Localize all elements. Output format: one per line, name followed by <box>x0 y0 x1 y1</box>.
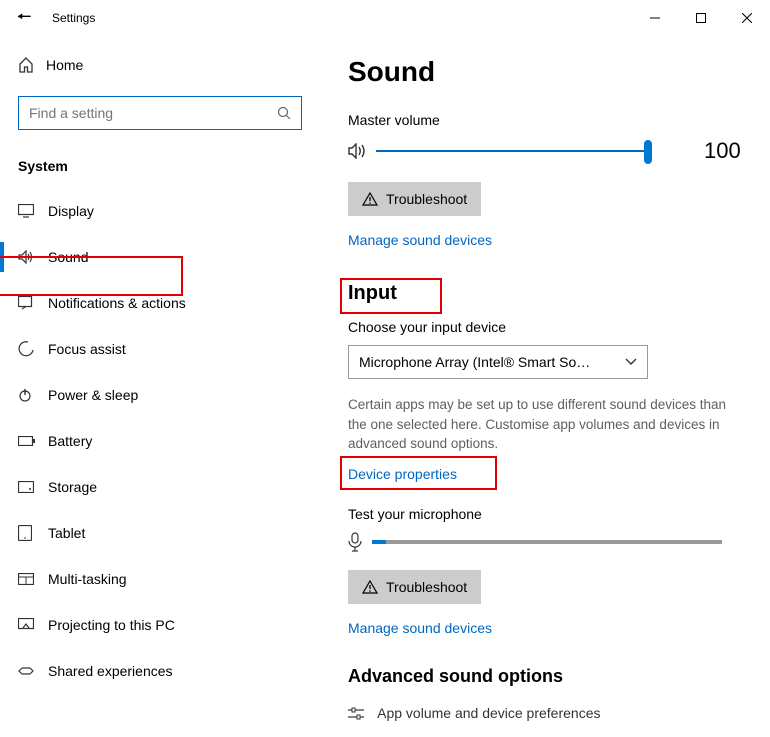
sidebar-item-storage[interactable]: Storage <box>0 464 320 510</box>
display-icon <box>18 204 48 218</box>
warning-icon <box>362 580 378 594</box>
nav-label: Power & sleep <box>48 387 138 403</box>
search-icon <box>277 106 291 120</box>
app-volume-row[interactable]: App volume and device preferences <box>348 705 748 721</box>
nav-label: Tablet <box>48 525 85 541</box>
button-label: Troubleshoot <box>386 579 467 595</box>
chevron-down-icon <box>625 358 637 366</box>
minimize-button[interactable] <box>632 3 678 33</box>
troubleshoot-button[interactable]: Troubleshoot <box>348 182 481 216</box>
page-title: Sound <box>348 56 748 88</box>
nav-label: Storage <box>48 479 97 495</box>
close-button[interactable] <box>724 3 770 33</box>
search-field[interactable] <box>29 105 277 121</box>
choose-input-label: Choose your input device <box>348 319 748 335</box>
back-button[interactable]: 🠔 <box>0 4 48 33</box>
multitasking-icon <box>18 573 48 585</box>
power-icon <box>18 388 48 402</box>
sidebar-item-shared[interactable]: Shared experiences <box>0 648 320 694</box>
manage-devices-link[interactable]: Manage sound devices <box>348 232 492 248</box>
sidebar: Home System Display Sound <box>0 36 320 737</box>
volume-value: 100 <box>704 138 741 164</box>
sidebar-item-tablet[interactable]: Tablet <box>0 510 320 556</box>
home-nav[interactable]: Home <box>18 44 302 86</box>
microphone-icon <box>348 532 362 552</box>
sidebar-item-projecting[interactable]: Projecting to this PC <box>0 602 320 648</box>
slider-track <box>376 150 648 152</box>
device-properties-link[interactable]: Device properties <box>348 466 457 482</box>
master-volume-label: Master volume <box>348 112 748 128</box>
dropdown-value: Microphone Array (Intel® Smart So… <box>359 354 590 370</box>
manage-devices-link-2[interactable]: Manage sound devices <box>348 620 492 636</box>
sidebar-item-power[interactable]: Power & sleep <box>0 372 320 418</box>
nav-label: Focus assist <box>48 341 126 357</box>
nav-label: Projecting to this PC <box>48 617 175 633</box>
nav-list: Display Sound Notifications & actions Fo… <box>0 188 320 694</box>
tablet-icon <box>18 525 48 541</box>
button-label: Troubleshoot <box>386 191 467 207</box>
nav-label: Battery <box>48 433 92 449</box>
input-heading: Input <box>348 282 397 305</box>
sliders-icon <box>348 707 364 721</box>
search-input[interactable] <box>18 96 302 130</box>
input-help-text: Certain apps may be set up to use differ… <box>348 395 748 454</box>
battery-icon <box>18 436 48 446</box>
test-mic-label: Test your microphone <box>348 506 748 522</box>
volume-slider[interactable] <box>348 143 648 159</box>
speaker-icon <box>348 143 368 159</box>
nav-label: Notifications & actions <box>48 295 186 311</box>
mic-level-meter <box>372 540 722 544</box>
storage-icon <box>18 481 48 493</box>
input-device-dropdown[interactable]: Microphone Array (Intel® Smart So… <box>348 345 648 379</box>
projecting-icon <box>18 618 48 632</box>
nav-label: Display <box>48 203 94 219</box>
sidebar-item-battery[interactable]: Battery <box>0 418 320 464</box>
home-label: Home <box>46 57 83 73</box>
focus-icon <box>18 341 48 357</box>
sound-icon <box>18 250 48 264</box>
sidebar-item-multitasking[interactable]: Multi-tasking <box>0 556 320 602</box>
sidebar-item-focus[interactable]: Focus assist <box>0 326 320 372</box>
slider-thumb[interactable] <box>644 140 652 164</box>
maximize-button[interactable] <box>678 3 724 33</box>
window-title: Settings <box>48 11 95 25</box>
nav-label: Sound <box>48 249 88 265</box>
shared-icon <box>18 664 48 678</box>
nav-label: Shared experiences <box>48 663 173 679</box>
titlebar: 🠔 Settings <box>0 0 770 36</box>
row-label: App volume and device preferences <box>377 705 600 721</box>
home-icon <box>18 57 46 73</box>
sidebar-item-notifications[interactable]: Notifications & actions <box>0 280 320 326</box>
advanced-heading: Advanced sound options <box>348 666 748 687</box>
troubleshoot-input-button[interactable]: Troubleshoot <box>348 570 481 604</box>
section-heading: System <box>18 158 302 174</box>
sidebar-item-display[interactable]: Display <box>0 188 320 234</box>
nav-label: Multi-tasking <box>48 571 127 587</box>
warning-icon <box>362 192 378 206</box>
sidebar-item-sound[interactable]: Sound <box>0 234 320 280</box>
notifications-icon <box>18 296 48 310</box>
content: Sound Master volume 100 Troubleshoot Man… <box>320 36 770 737</box>
